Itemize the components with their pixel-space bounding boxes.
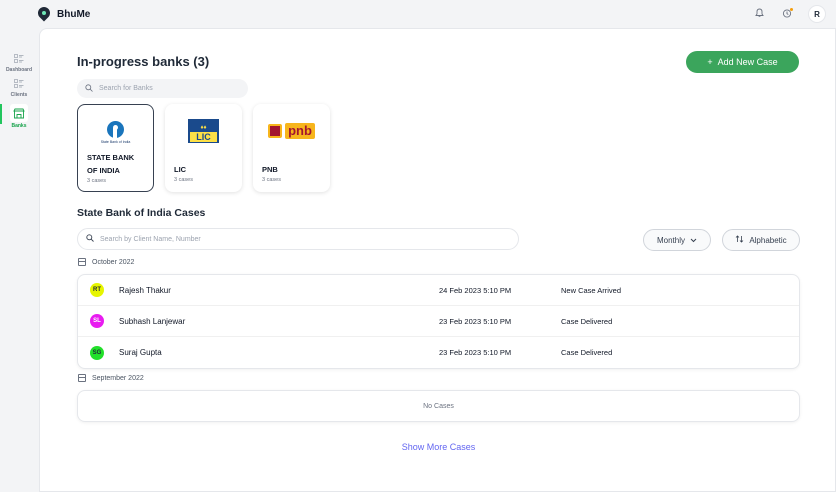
client-search-input[interactable]: Search by Client Name, Number <box>77 228 519 250</box>
case-date: 23 Feb 2023 5:10 PM <box>439 316 512 326</box>
bank-card-lic[interactable]: ♦♦ LIC LIC 3 cases <box>165 104 242 192</box>
add-new-case-button[interactable]: + Add New Case <box>686 51 799 73</box>
logo-pin-icon <box>35 4 53 22</box>
pnb-logo: pnb <box>262 112 321 150</box>
bank-card-list: State Bank of India STATE BANK OF INDIA … <box>77 104 330 192</box>
search-icon <box>85 83 93 94</box>
calendar-icon <box>78 258 86 266</box>
case-status: New Case Arrived <box>561 285 622 295</box>
chevron-down-icon <box>690 236 697 245</box>
sidebar-item-label: Clients <box>10 92 28 98</box>
sidebar-item-clients[interactable]: Clients <box>0 79 38 98</box>
client-name: Suraj Gupta <box>119 348 162 357</box>
bank-case-count: 3 cases <box>262 177 281 183</box>
main-panel: In-progress banks (3) + Add New Case Sea… <box>39 28 836 492</box>
month-label: October 2022 <box>92 258 135 266</box>
plus-icon: + <box>707 57 713 67</box>
search-icon <box>86 234 94 244</box>
client-name: Rajesh Thakur <box>119 285 171 295</box>
case-list: RT Rajesh Thakur 24 Feb 2023 5:10 PM New… <box>77 274 800 369</box>
empty-state-text: No Cases <box>423 402 454 410</box>
cases-section-title: State Bank of India Cases <box>77 207 206 219</box>
bank-case-count: 3 cases <box>174 177 193 183</box>
bank-card-pnb[interactable]: pnb PNB 3 cases <box>253 104 330 192</box>
bank-name: STATE BANK <box>87 153 135 162</box>
case-status: Case Delivered <box>561 316 613 326</box>
sidebar-item-banks[interactable]: Banks <box>0 104 38 129</box>
month-label: September 2022 <box>92 374 144 382</box>
month-group-header: October 2022 <box>78 258 134 266</box>
client-initials-avatar: RT <box>90 283 104 297</box>
bank-search-input[interactable]: Search for Banks <box>77 79 248 98</box>
case-row[interactable]: RT Rajesh Thakur 24 Feb 2023 5:10 PM New… <box>78 275 799 306</box>
bank-name: PNB <box>262 165 278 174</box>
bank-case-count: 3 cases <box>87 178 106 184</box>
bank-name-line2: OF INDIA <box>87 166 120 175</box>
add-new-case-label: Add New Case <box>717 57 778 67</box>
sort-label: Alphabetic <box>749 235 787 245</box>
client-initials-avatar: SL <box>90 314 104 328</box>
bank-name: LIC <box>174 165 187 174</box>
timer-icon[interactable] <box>780 7 794 21</box>
bank-card-sbi[interactable]: State Bank of India STATE BANK OF INDIA … <box>77 104 154 192</box>
user-avatar[interactable]: R <box>808 5 826 23</box>
show-more-cases-link[interactable]: Show More Cases <box>40 442 836 452</box>
alphabetic-sort-button[interactable]: Alphabetic <box>722 229 800 251</box>
brand-name: BhuMe <box>57 8 91 20</box>
page-title: In-progress banks (3) <box>77 54 210 69</box>
lic-logo: ♦♦ LIC <box>174 112 233 150</box>
sidebar-item-dashboard[interactable]: Dashboard <box>0 54 38 73</box>
bank-search-placeholder: Search for Banks <box>99 85 153 92</box>
case-date: 24 Feb 2023 5:10 PM <box>439 285 512 295</box>
top-bar: BhuMe R <box>0 0 836 28</box>
client-search-placeholder: Search by Client Name, Number <box>100 235 201 243</box>
sbi-logo: State Bank of India <box>87 113 144 151</box>
sidebar: Dashboard Clients Banks <box>0 28 38 135</box>
sidebar-item-label: Banks <box>11 123 27 129</box>
case-date: 23 Feb 2023 5:10 PM <box>439 348 512 357</box>
bank-icon <box>10 104 28 122</box>
notification-bell-icon[interactable] <box>752 8 766 21</box>
dashboard-icon <box>14 54 24 66</box>
sort-icon <box>735 235 744 245</box>
monthly-filter-label: Monthly <box>656 235 685 245</box>
sidebar-item-label: Dashboard <box>5 67 33 73</box>
case-row[interactable]: SG Suraj Gupta 23 Feb 2023 5:10 PM Case … <box>78 337 799 368</box>
clients-icon <box>14 79 24 91</box>
monthly-filter-dropdown[interactable]: Monthly <box>643 229 711 251</box>
case-status: Case Delivered <box>561 348 613 357</box>
case-row[interactable]: SL Subhash Lanjewar 23 Feb 2023 5:10 PM … <box>78 306 799 337</box>
month-group-header: September 2022 <box>78 374 144 382</box>
empty-state: No Cases <box>77 390 800 422</box>
client-name: Subhash Lanjewar <box>119 316 186 326</box>
calendar-icon <box>78 374 86 382</box>
client-initials-avatar: SG <box>90 345 104 360</box>
